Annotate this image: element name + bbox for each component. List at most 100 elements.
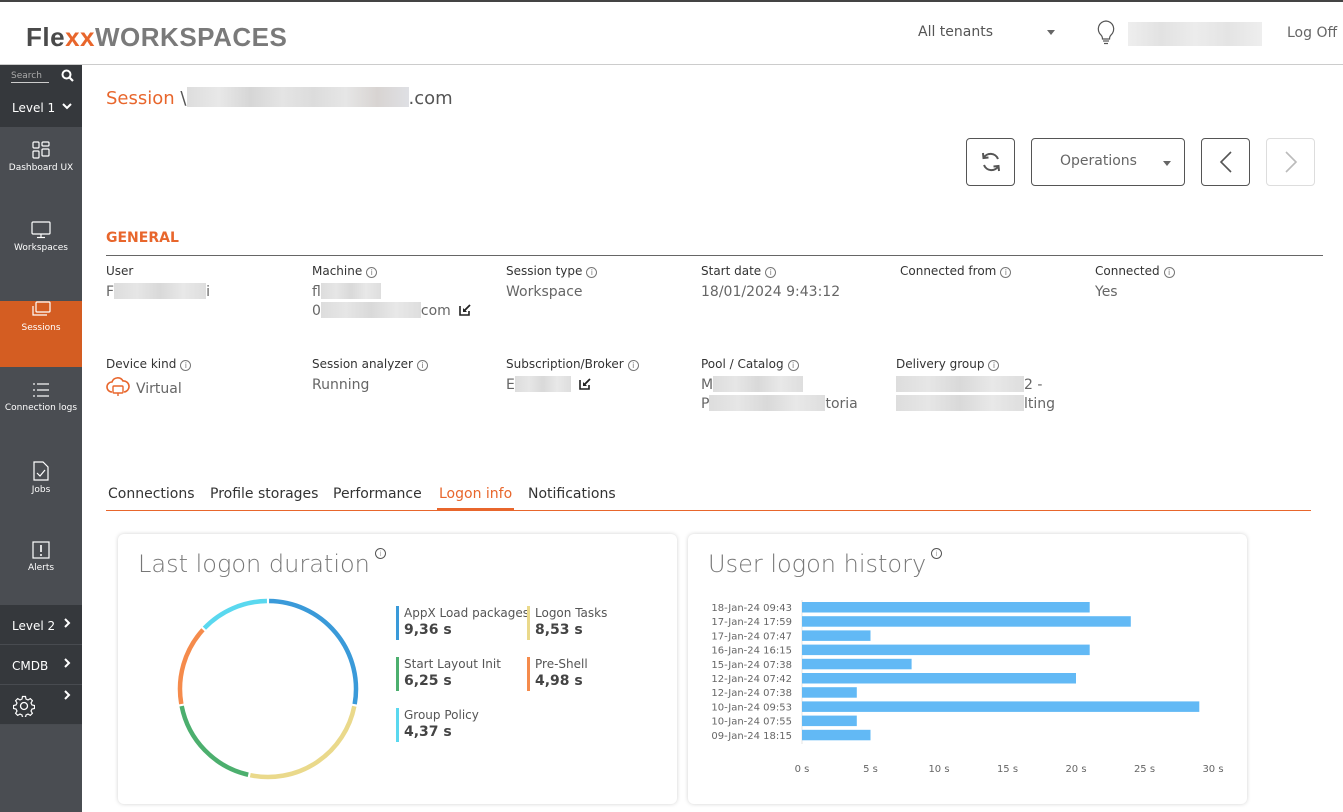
field-subscription-broker: Subscription/Broker i E <box>506 357 639 395</box>
chevron-down-icon[interactable] <box>61 100 73 112</box>
tab-profile-storages[interactable]: Profile storages <box>208 486 320 508</box>
logon-history-bar[interactable] <box>802 616 1131 627</box>
refresh-button[interactable] <box>966 138 1015 186</box>
logon-history-bar[interactable] <box>802 687 857 698</box>
info-icon[interactable]: i <box>765 267 777 278</box>
field-machine: Machine i fl 0 com <box>312 264 472 321</box>
logon-history-bar[interactable] <box>802 701 1200 712</box>
next-button[interactable] <box>1266 138 1315 186</box>
chevron-right-icon <box>64 658 71 668</box>
monitor-icon <box>31 221 51 239</box>
external-link-icon[interactable] <box>459 303 472 316</box>
info-icon[interactable]: i <box>787 360 799 371</box>
logon-history-bar-chart: 18-Jan-24 09:43 17-Jan-24 17:59 17-Jan-24 … <box>711 600 1224 775</box>
field-start-date: Start date i 18/01/2024 9:43:12 <box>701 264 841 300</box>
tenant-dropdown-caret-icon[interactable] <box>1047 30 1055 35</box>
info-icon[interactable]: i <box>988 360 1000 371</box>
sidebar-level2[interactable]: Level 2 <box>0 605 82 645</box>
top-bar: FlexxWORKSPACES All tenants Log Off <box>0 0 1343 65</box>
info-icon[interactable]: i <box>374 548 386 559</box>
sidebar-cmdb[interactable]: CMDB <box>0 645 82 685</box>
caret-down-icon <box>1163 161 1171 166</box>
logon-history-bar[interactable] <box>802 658 912 670</box>
field-pool-catalog: Pool / Catalog i M Ptoria <box>701 357 858 412</box>
tab-connections[interactable]: Connections <box>106 486 197 508</box>
donut-slice-appx-load-packages[interactable] <box>269 598 359 705</box>
lightbulb-icon[interactable] <box>1096 20 1116 46</box>
x-tick-label: 5 s <box>863 764 878 775</box>
sidebar-settings[interactable] <box>0 685 82 725</box>
info-icon[interactable]: i <box>180 360 192 371</box>
previous-button[interactable] <box>1201 138 1250 186</box>
field-session-analyzer: Session analyzer i Running <box>312 357 428 395</box>
external-link-icon[interactable] <box>579 377 592 390</box>
sidebar-item-jobs[interactable]: Jobs <box>0 461 82 527</box>
last-logon-duration-card: Last logon duration i AppX Load packages 9… <box>118 534 677 804</box>
sessions-icon <box>32 301 51 316</box>
operations-dropdown[interactable]: Operations <box>1031 138 1185 186</box>
sidebar-search-input[interactable]: Search <box>11 71 49 83</box>
search-icon[interactable] <box>61 69 74 82</box>
logon-history-bar[interactable] <box>802 673 1076 684</box>
logon-history-bar[interactable] <box>802 715 857 727</box>
legend-logon-tasks: Logon Tasks 8,53 s <box>527 606 607 640</box>
y-tick-label: 10-Jan-24 07:55 <box>711 717 792 728</box>
user-logon-history-title: User logon history i <box>708 548 943 578</box>
logon-duration-donut <box>177 598 359 780</box>
sidebar-item-dashboard-ux[interactable]: Dashboard UX <box>0 141 82 207</box>
x-tick-label: 10 s <box>928 764 949 775</box>
sidebar-level1-label[interactable]: Level 1 <box>12 101 55 115</box>
sidebar-item-sessions[interactable]: Sessions <box>0 301 82 367</box>
info-icon[interactable]: i <box>416 360 428 371</box>
general-divider <box>106 255 1323 256</box>
donut-slice-group-policy[interactable] <box>202 598 268 630</box>
donut-slice-pre-shell[interactable] <box>177 628 205 705</box>
sidebar-item-workspaces[interactable]: Workspaces <box>0 221 82 287</box>
logon-history-bar[interactable] <box>802 644 1090 656</box>
alert-icon <box>32 541 50 559</box>
legend-pre-shell: Pre-Shell 4,98 s <box>527 657 588 691</box>
breadcrumb-section[interactable]: Session <box>106 88 175 109</box>
x-tick-label: 20 s <box>1065 764 1086 775</box>
sidebar-bottom: Level 2 CMDB <box>0 605 82 725</box>
info-icon[interactable]: i <box>366 267 378 278</box>
info-icon[interactable]: i <box>931 548 943 559</box>
info-icon[interactable]: i <box>1000 267 1012 278</box>
info-icon[interactable]: i <box>1163 267 1175 278</box>
donut-slice-start-layout-init[interactable] <box>179 705 249 777</box>
legend-start-layout-init: Start Layout Init 6,25 s <box>396 657 501 691</box>
field-user: User Fi <box>106 264 210 300</box>
y-tick-label: 16-Jan-24 16:15 <box>711 646 792 657</box>
breadcrumb: Session \ .com <box>106 87 453 109</box>
y-tick-label: 12-Jan-24 07:42 <box>711 674 792 685</box>
session-name-redacted <box>186 87 409 107</box>
field-session-type: Session type i Workspace <box>506 264 598 302</box>
logoff-link[interactable]: Log Off <box>1287 25 1337 41</box>
tab-logon-info[interactable]: Logon info <box>437 486 515 511</box>
virtual-cloud-icon <box>106 377 130 396</box>
job-icon <box>33 461 49 481</box>
logon-history-bar[interactable] <box>802 729 871 741</box>
x-tick-label: 25 s <box>1134 764 1155 775</box>
flexxworkspaces-logo[interactable]: FlexxWORKSPACES <box>26 22 287 53</box>
tab-notifications[interactable]: Notifications <box>526 486 618 508</box>
tab-performance[interactable]: Performance <box>331 486 424 508</box>
sidebar-top: Search Level 1 <box>0 65 82 127</box>
logon-history-bar[interactable] <box>802 602 1090 613</box>
list-icon <box>33 383 49 397</box>
x-tick-label: 15 s <box>997 764 1018 775</box>
sidebar-item-alerts[interactable]: Alerts <box>0 541 82 607</box>
info-icon[interactable]: i <box>586 267 598 278</box>
info-icon[interactable]: i <box>627 360 639 371</box>
donut-slice-logon-tasks[interactable] <box>249 705 357 780</box>
logon-history-bar[interactable] <box>802 630 871 641</box>
legend-appx: AppX Load packages 9,36 s <box>396 606 529 640</box>
current-user-name-redacted <box>1128 22 1262 46</box>
tenant-selector[interactable]: All tenants <box>918 24 993 40</box>
dashboard-icon <box>32 141 50 159</box>
y-tick-label: 15-Jan-24 07:38 <box>711 660 792 671</box>
sidebar-item-connection-logs[interactable]: Connection logs <box>0 381 82 447</box>
chevron-right-icon <box>64 618 71 628</box>
y-tick-label: 18-Jan-24 09:43 <box>711 603 792 614</box>
y-tick-label: 17-Jan-24 17:59 <box>711 617 792 628</box>
